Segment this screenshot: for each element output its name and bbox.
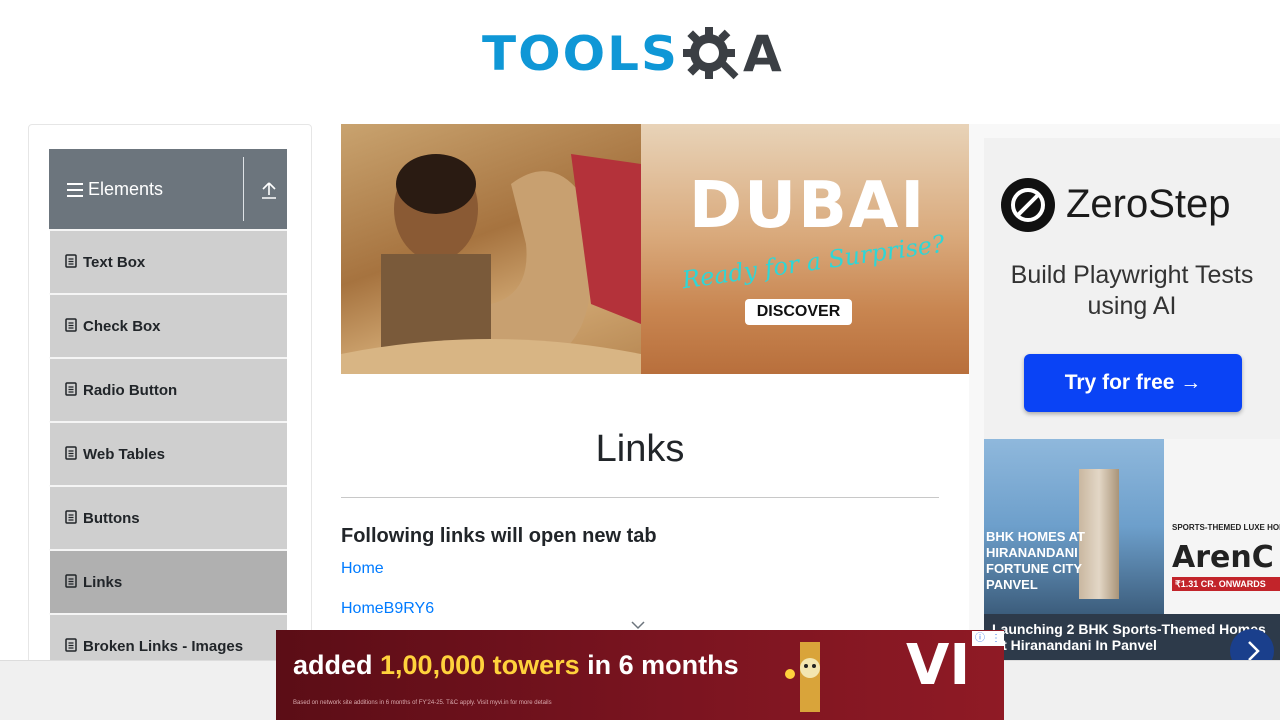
document-icon bbox=[65, 446, 77, 460]
discover-button[interactable]: DISCOVER bbox=[745, 299, 852, 325]
logo-text-tools: TOOLS bbox=[482, 26, 679, 82]
sidebar-item-label: Check Box bbox=[83, 318, 161, 335]
sidebar-item-label: Buttons bbox=[83, 510, 140, 527]
zerostep-subtitle: Build Playwright Tests using AI bbox=[1010, 261, 1254, 320]
page-title: Links bbox=[595, 428, 685, 470]
ad-price: ₹1.31 CR. ONWARDS bbox=[1172, 577, 1280, 591]
document-icon bbox=[65, 638, 77, 652]
info-icon[interactable]: ⓘ bbox=[975, 633, 985, 645]
gear-icon bbox=[681, 23, 743, 85]
logo-text-a: A bbox=[743, 25, 782, 83]
ad-text-highlight: 1,00,000 towers bbox=[380, 650, 580, 680]
zerostep-brand: ZeroStep bbox=[1066, 182, 1231, 226]
home-link[interactable]: Home bbox=[341, 559, 384, 579]
elements-group-header[interactable]: Elements bbox=[49, 149, 287, 229]
document-icon bbox=[65, 254, 77, 268]
sidebar-item-label: Broken Links - Images bbox=[83, 638, 244, 655]
group-title: Elements bbox=[88, 179, 164, 199]
next-arrow-icon[interactable] bbox=[1230, 629, 1274, 660]
close-icon[interactable]: ⋮ bbox=[991, 633, 1001, 645]
zerostep-logo-icon bbox=[1001, 178, 1055, 232]
hiranandani-ad[interactable]: BHK HOMES AT HIRANANDANI FORTUNE CITY PA… bbox=[984, 439, 1280, 660]
sidebar-item-links[interactable]: Links bbox=[49, 549, 287, 613]
ad-text-post: in 6 months bbox=[579, 650, 739, 680]
title-divider bbox=[341, 497, 939, 498]
chevron-down-icon[interactable] bbox=[631, 617, 645, 630]
ad-bottom-text: added 1,00,000 towers in 6 months bbox=[293, 650, 739, 681]
toolsqa-logo[interactable]: TOOLS A bbox=[482, 16, 806, 92]
sidebar-item-label: Radio Button bbox=[83, 382, 178, 399]
vi-brand-logo: VI bbox=[906, 633, 971, 698]
ad-photo-tower: BHK HOMES AT HIRANANDANI FORTUNE CITY PA… bbox=[984, 439, 1164, 614]
elements-menu-list: Text Box Check Box Radio Button Web Tabl… bbox=[49, 229, 287, 677]
ad-text-pre: added bbox=[293, 650, 381, 680]
sidebar-item-buttons[interactable]: Buttons bbox=[49, 485, 287, 549]
right-ad-column: ZeroStep Build Playwright Tests using AI… bbox=[969, 124, 1280, 660]
ad-headline: DUBAI bbox=[689, 169, 927, 243]
ad-right-subtitle: SPORTS-THEMED LUXE HOMES bbox=[1172, 523, 1280, 532]
sidebar-item-text-box[interactable]: Text Box bbox=[49, 229, 287, 293]
sidebar-item-check-box[interactable]: Check Box bbox=[49, 293, 287, 357]
document-icon bbox=[65, 574, 77, 588]
ad-arena-title: ArenC bbox=[1172, 540, 1274, 575]
dynamic-home-link[interactable]: HomeB9RY6 bbox=[341, 599, 434, 619]
ad-left-label: BHK HOMES AT HIRANANDANI FORTUNE CITY PA… bbox=[986, 529, 1085, 592]
ad-arena-panel: SPORTS-THEMED LUXE HOMES ArenC ₹1.31 CR.… bbox=[1164, 439, 1280, 614]
ad-choices-badge[interactable]: ⓘ ⋮ bbox=[972, 631, 1004, 646]
sidebar-item-label: Links bbox=[83, 574, 123, 591]
ad-fine-print: Based on network site additions in 6 mon… bbox=[293, 700, 552, 706]
document-icon bbox=[65, 382, 77, 396]
ad-photo-camel bbox=[341, 124, 641, 374]
sidebar-item-label: Text Box bbox=[83, 254, 146, 271]
collapse-arrow-icon[interactable] bbox=[260, 179, 278, 201]
tower-mascot-icon bbox=[785, 642, 820, 712]
header-divider bbox=[243, 157, 244, 221]
sidebar-item-web-tables[interactable]: Web Tables bbox=[49, 421, 287, 485]
hamburger-icon bbox=[67, 183, 83, 197]
document-icon bbox=[65, 510, 77, 524]
zerostep-ad[interactable]: ZeroStep Build Playwright Tests using AI… bbox=[984, 138, 1280, 439]
try-for-free-button[interactable]: Try for free → bbox=[1024, 354, 1242, 412]
document-icon bbox=[65, 318, 77, 332]
vi-bottom-ad[interactable]: added 1,00,000 towers in 6 months Based … bbox=[276, 630, 1004, 720]
sidebar-item-radio-button[interactable]: Radio Button bbox=[49, 357, 287, 421]
sidebar-item-label: Web Tables bbox=[83, 446, 165, 463]
dubai-ad-banner[interactable]: DUBAI Ready for a Surprise? DISCOVER bbox=[341, 124, 969, 374]
header: TOOLS A bbox=[0, 0, 1280, 100]
section-heading: Following links will open new tab bbox=[341, 525, 657, 547]
